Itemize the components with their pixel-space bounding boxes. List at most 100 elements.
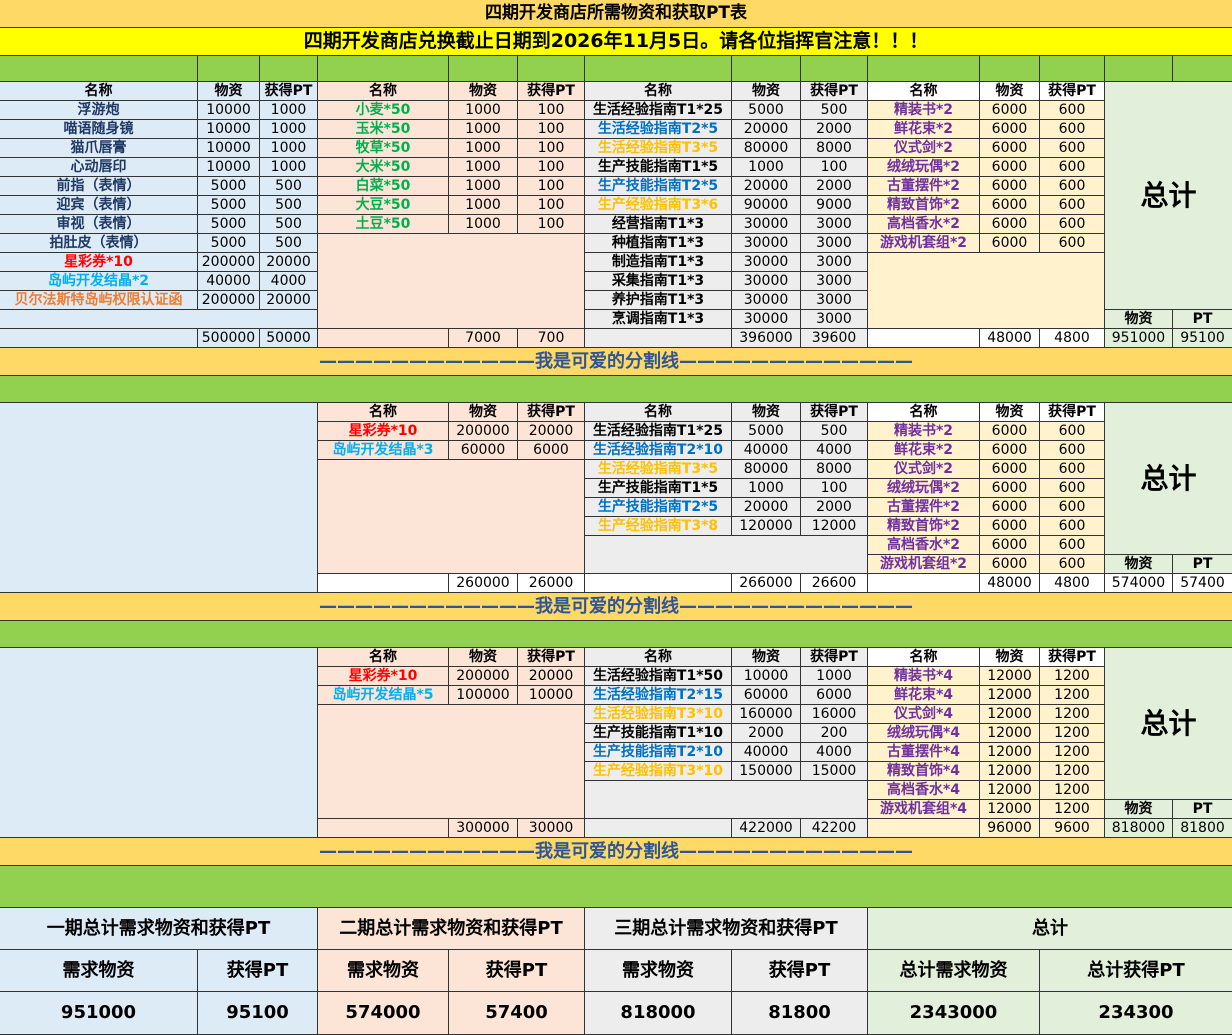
item-name[interactable]: 生活经验指南T1*50 xyxy=(585,667,732,686)
item-material[interactable]: 6000 xyxy=(980,158,1040,177)
total-label[interactable]: 总计 xyxy=(1105,82,1232,310)
header-pt-gain[interactable]: 获得PT xyxy=(1040,82,1105,101)
item-pt[interactable]: 1200 xyxy=(1040,686,1105,705)
item-material[interactable]: 1000 xyxy=(449,196,518,215)
green-band-cell[interactable] xyxy=(198,56,260,82)
item-name[interactable]: 生产技能指南T2*5 xyxy=(585,177,732,196)
item-name[interactable]: 古董摆件*4 xyxy=(868,743,980,762)
item-name[interactable]: 星彩券*10 xyxy=(318,422,449,441)
subtotal-pt[interactable]: 39600 xyxy=(801,329,868,348)
item-material[interactable]: 1000 xyxy=(449,139,518,158)
subtotal-label[interactable] xyxy=(868,819,980,838)
total-label[interactable]: 总计 xyxy=(1105,648,1232,800)
item-material[interactable]: 100000 xyxy=(449,686,518,705)
item-pt[interactable]: 600 xyxy=(1040,536,1105,555)
item-material[interactable]: 80000 xyxy=(732,460,801,479)
item-name[interactable]: 精致首饰*4 xyxy=(868,762,980,781)
item-name[interactable]: 仪式剑*4 xyxy=(868,705,980,724)
item-name[interactable]: 拍肚皮（表情） xyxy=(0,234,198,253)
summary-phase2-pt[interactable]: 57400 xyxy=(449,992,585,1035)
item-material[interactable]: 6000 xyxy=(980,101,1040,120)
subtotal-label[interactable] xyxy=(0,329,198,348)
header-material[interactable]: 物资 xyxy=(732,82,801,101)
item-name[interactable]: 生活经验指南T3*10 xyxy=(585,705,732,724)
item-pt[interactable]: 1000 xyxy=(801,667,868,686)
summary-phase1-material[interactable]: 951000 xyxy=(0,992,198,1035)
item-pt[interactable]: 9000 xyxy=(801,196,868,215)
item-pt[interactable]: 1000 xyxy=(260,120,318,139)
header-name[interactable]: 名称 xyxy=(0,82,198,101)
item-material[interactable]: 30000 xyxy=(732,253,801,272)
item-pt[interactable]: 100 xyxy=(801,158,868,177)
header-pt-gain[interactable]: 获得PT xyxy=(801,82,868,101)
item-material[interactable]: 200000 xyxy=(449,422,518,441)
item-material[interactable]: 20000 xyxy=(732,120,801,139)
item-name[interactable]: 岛屿开发结晶*2 xyxy=(0,272,198,291)
subtotal-label[interactable] xyxy=(318,819,449,838)
header-material[interactable]: 物资 xyxy=(449,648,518,667)
summary-phase3-material[interactable]: 818000 xyxy=(585,992,732,1035)
summary-total-title[interactable]: 总计 xyxy=(868,908,1232,950)
header-material[interactable]: 物资 xyxy=(198,82,260,101)
item-pt[interactable]: 600 xyxy=(1040,177,1105,196)
item-name[interactable]: 贝尔法斯特岛屿权限认证函 xyxy=(0,291,198,310)
header-name[interactable]: 名称 xyxy=(585,403,732,422)
header-material[interactable]: 物资 xyxy=(980,403,1040,422)
header-material[interactable]: 物资 xyxy=(980,648,1040,667)
item-name[interactable]: 生活经验指南T2*5 xyxy=(585,120,732,139)
item-pt[interactable]: 1000 xyxy=(260,101,318,120)
item-name[interactable]: 经营指南T1*3 xyxy=(585,215,732,234)
item-name[interactable]: 精致首饰*2 xyxy=(868,196,980,215)
summary-phase2-title[interactable]: 二期总计需求物资和获得PT xyxy=(318,908,585,950)
item-pt[interactable]: 600 xyxy=(1040,460,1105,479)
item-name[interactable]: 仪式剑*2 xyxy=(868,460,980,479)
item-material[interactable]: 30000 xyxy=(732,291,801,310)
item-pt[interactable]: 500 xyxy=(260,177,318,196)
subtotal-label[interactable] xyxy=(585,329,732,348)
green-band-cell[interactable] xyxy=(980,56,1040,82)
item-material[interactable]: 6000 xyxy=(980,120,1040,139)
item-pt[interactable]: 10000 xyxy=(518,686,585,705)
item-pt[interactable]: 600 xyxy=(1040,555,1105,574)
header-name[interactable]: 名称 xyxy=(868,648,980,667)
green-band-cell[interactable] xyxy=(1105,56,1173,82)
item-material[interactable]: 5000 xyxy=(732,422,801,441)
item-material[interactable]: 12000 xyxy=(980,724,1040,743)
item-name[interactable]: 精装书*2 xyxy=(868,101,980,120)
subtotal-label[interactable] xyxy=(585,819,732,838)
summary-total-material[interactable]: 2343000 xyxy=(868,992,1040,1035)
item-material[interactable]: 12000 xyxy=(980,743,1040,762)
green-band-cell[interactable] xyxy=(518,56,585,82)
item-pt[interactable]: 600 xyxy=(1040,479,1105,498)
item-pt[interactable]: 1200 xyxy=(1040,800,1105,819)
item-material[interactable]: 200000 xyxy=(198,291,260,310)
summary-total-need-label[interactable]: 总计需求物资 xyxy=(868,950,1040,992)
item-material[interactable]: 6000 xyxy=(980,177,1040,196)
item-pt[interactable]: 8000 xyxy=(801,460,868,479)
item-material[interactable]: 2000 xyxy=(732,724,801,743)
header-pt-gain[interactable]: 获得PT xyxy=(518,403,585,422)
item-material[interactable]: 30000 xyxy=(732,310,801,329)
item-pt[interactable]: 4000 xyxy=(801,441,868,460)
item-name[interactable]: 生活经验指南T1*25 xyxy=(585,422,732,441)
item-pt[interactable]: 8000 xyxy=(801,139,868,158)
header-pt-gain[interactable]: 获得PT xyxy=(1040,403,1105,422)
item-name[interactable]: 星彩券*10 xyxy=(318,667,449,686)
item-name[interactable]: 土豆*50 xyxy=(318,215,449,234)
grand-material[interactable]: 574000 xyxy=(1105,574,1173,593)
header-material[interactable]: 物资 xyxy=(449,82,518,101)
summary-phase2-need-label[interactable]: 需求物资 xyxy=(318,950,449,992)
item-name[interactable]: 大豆*50 xyxy=(318,196,449,215)
item-pt[interactable]: 600 xyxy=(1040,101,1105,120)
subtotal-pt[interactable]: 50000 xyxy=(260,329,318,348)
item-material[interactable]: 200000 xyxy=(198,253,260,272)
item-material[interactable]: 60000 xyxy=(449,441,518,460)
item-pt[interactable]: 3000 xyxy=(801,234,868,253)
summary-phase1-title[interactable]: 一期总计需求物资和获得PT xyxy=(0,908,318,950)
subtotal-material[interactable]: 260000 xyxy=(449,574,518,593)
item-pt[interactable]: 1200 xyxy=(1040,667,1105,686)
item-material[interactable]: 40000 xyxy=(198,272,260,291)
item-pt[interactable]: 4000 xyxy=(260,272,318,291)
item-pt[interactable]: 1200 xyxy=(1040,724,1105,743)
item-name[interactable]: 喵语随身镜 xyxy=(0,120,198,139)
